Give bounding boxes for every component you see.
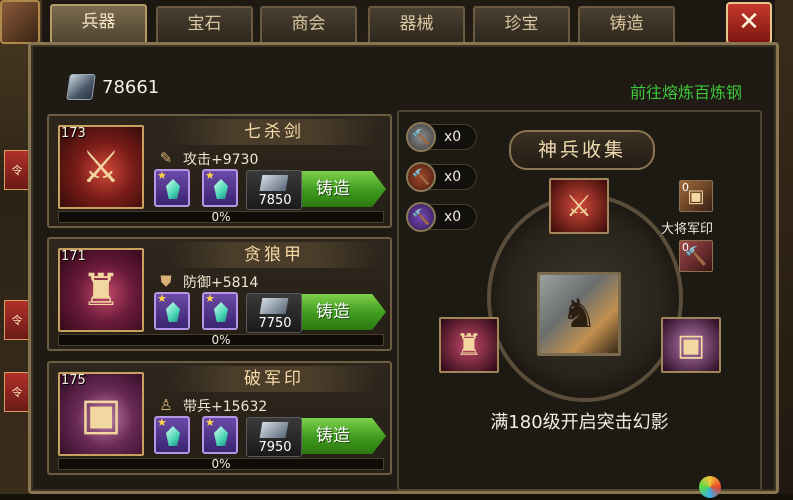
crystal-icon bbox=[166, 179, 180, 199]
gem-slot[interactable]: ★ bbox=[202, 416, 238, 454]
collect-slot-armor[interactable]: ♜ bbox=[439, 317, 499, 373]
star-icon: ★ bbox=[157, 416, 167, 429]
tab-gems[interactable]: 宝石 bbox=[156, 6, 253, 42]
forge-cost-value: 7850 bbox=[258, 193, 292, 208]
collect-slot-seal[interactable]: ▣ bbox=[661, 317, 721, 373]
forge-button[interactable]: 铸造 bbox=[294, 171, 386, 207]
mini-collect-slot[interactable]: 0 ▣ bbox=[679, 180, 713, 212]
collection-title: 神兵收集 bbox=[509, 130, 655, 170]
weapon-row: ⚔ 173 七杀剑 ✎ 攻击+9730 ★ ★ 铸造 7850 0% bbox=[47, 114, 392, 228]
star-icon: ★ bbox=[205, 416, 215, 429]
tab-bar: 兵器 宝石 商会 器械 珍宝 铸造 bbox=[50, 2, 730, 44]
steel-count: 78661 bbox=[102, 77, 160, 98]
forge-button[interactable]: 铸造 bbox=[294, 418, 386, 454]
star-icon: ★ bbox=[157, 169, 167, 182]
mini-label: 大将军印 bbox=[661, 222, 714, 237]
general-icon: ♙ bbox=[159, 396, 173, 414]
tab-machines[interactable]: 器械 bbox=[368, 6, 465, 42]
brand-logo-icon bbox=[699, 476, 721, 498]
crystal-icon bbox=[166, 302, 180, 322]
mini-count: 0 bbox=[682, 181, 689, 194]
star-icon: ★ bbox=[205, 292, 215, 305]
player-avatar[interactable] bbox=[0, 0, 40, 44]
seal-icon: ▣ bbox=[687, 185, 705, 207]
mini-count: 0 bbox=[682, 241, 689, 254]
seal-row: ▣ 175 破军印 ♙ 带兵+15632 ★ ★ 铸造 7950 0% bbox=[47, 361, 392, 475]
chariot-icon: ♞ bbox=[561, 291, 597, 337]
tab-treasures[interactable]: 珍宝 bbox=[473, 6, 570, 42]
forge-cost: 7750 bbox=[246, 293, 302, 333]
purple-hammer-icon[interactable]: 🔨 bbox=[406, 202, 436, 232]
side-tag[interactable]: 令 bbox=[4, 300, 30, 340]
close-button[interactable]: ✕ bbox=[726, 2, 772, 44]
collection-panel: x0 🔨 x0 🔨 x0 🔨 神兵收集 ⚔ ♜ ▣ ♞ 0 ▣ 大将军印 0 🔨… bbox=[397, 110, 762, 491]
crystal-icon bbox=[166, 426, 180, 446]
forge-cost: 7850 bbox=[246, 170, 302, 210]
gem-slot[interactable]: ★ bbox=[154, 169, 190, 207]
item-stat: 防御+5814 bbox=[183, 275, 259, 291]
currency-bar: 78661 前往熔炼百炼钢 bbox=[30, 68, 760, 112]
forge-button[interactable]: 铸造 bbox=[294, 294, 386, 330]
star-icon: ★ bbox=[157, 292, 167, 305]
divine-weapon-image[interactable]: ♞ bbox=[537, 272, 621, 356]
shield-icon: ⛊ bbox=[160, 272, 172, 290]
bronze-hammer-icon[interactable]: 🔨 bbox=[406, 162, 436, 192]
forge-group: 铸造 7850 bbox=[246, 170, 386, 210]
crystal-icon bbox=[214, 426, 228, 446]
side-tag[interactable]: 令 bbox=[4, 372, 30, 412]
collect-slot-sword[interactable]: ⚔ bbox=[549, 178, 609, 234]
crystal-icon bbox=[214, 302, 228, 322]
mini-collect-slot[interactable]: 0 🔨 bbox=[679, 240, 713, 272]
forge-cost-value: 7750 bbox=[258, 316, 292, 331]
item-name: 七杀剑 bbox=[169, 119, 379, 145]
item-name: 破军印 bbox=[169, 366, 379, 392]
tab-casting[interactable]: 铸造 bbox=[578, 6, 675, 42]
tab-weapons[interactable]: 兵器 bbox=[50, 4, 147, 44]
seal-icon: ▣ bbox=[676, 327, 706, 363]
forge-group: 铸造 7750 bbox=[246, 293, 386, 333]
steel-ingot-icon bbox=[259, 298, 289, 314]
steel-ingot-icon bbox=[66, 74, 96, 100]
armor-row: ♜ 171 贪狼甲 ⛊ 防御+5814 ★ ★ 铸造 7750 0% bbox=[47, 237, 392, 351]
unlock-text: 满180级开启突击幻影 bbox=[490, 412, 669, 433]
item-stat: 带兵+15632 bbox=[183, 399, 268, 415]
close-icon: ✕ bbox=[738, 7, 760, 37]
forge-cost: 7950 bbox=[246, 417, 302, 457]
bottom-hud bbox=[0, 494, 793, 500]
steel-ingot-icon bbox=[259, 422, 289, 438]
iron-hammer-icon[interactable]: 🔨 bbox=[406, 122, 436, 152]
armor-icon: ♜ bbox=[455, 327, 483, 363]
attack-icon: ✎ bbox=[159, 149, 173, 167]
gem-slot[interactable]: ★ bbox=[202, 292, 238, 330]
item-level: 171 bbox=[61, 249, 86, 264]
item-level: 175 bbox=[61, 373, 86, 388]
steel-ingot-icon bbox=[259, 175, 289, 191]
star-icon: ★ bbox=[205, 169, 215, 182]
tab-guild[interactable]: 商会 bbox=[260, 6, 357, 42]
progress-label: 0% bbox=[211, 210, 231, 224]
progress-label: 0% bbox=[211, 457, 231, 471]
item-stat: 攻击+9730 bbox=[183, 152, 259, 168]
goto-smelt-link[interactable]: 前往熔炼百炼钢 bbox=[630, 79, 742, 103]
item-name: 贪狼甲 bbox=[169, 242, 379, 268]
forge-cost-value: 7950 bbox=[258, 440, 292, 455]
gem-slot[interactable]: ★ bbox=[202, 169, 238, 207]
gem-slot[interactable]: ★ bbox=[154, 416, 190, 454]
crystal-icon bbox=[214, 179, 228, 199]
item-level: 173 bbox=[61, 126, 86, 141]
forge-group: 铸造 7950 bbox=[246, 417, 386, 457]
sword-icon: ⚔ bbox=[565, 188, 593, 224]
progress-label: 0% bbox=[211, 333, 231, 347]
gem-slot[interactable]: ★ bbox=[154, 292, 190, 330]
side-tag[interactable]: 令 bbox=[4, 150, 30, 190]
